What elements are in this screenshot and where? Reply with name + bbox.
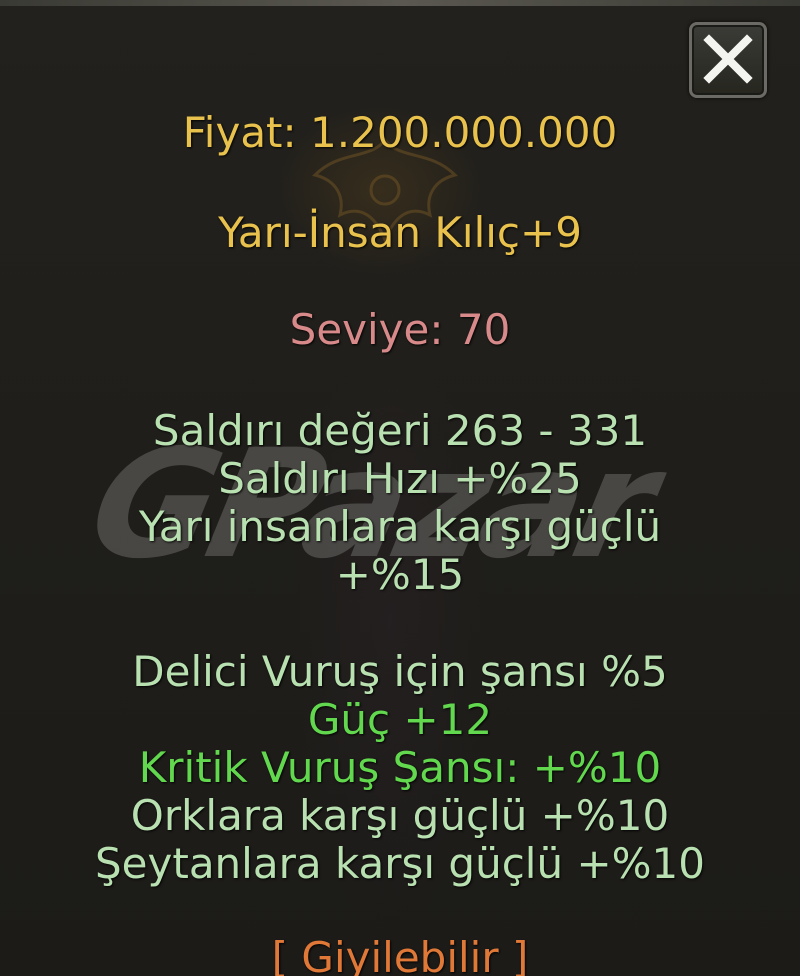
item-tooltip: GPazar Fiyat: 1.200.000.000 Yarı-İnsan K…: [0, 0, 800, 976]
bonus-strength: Güç +12: [307, 695, 493, 744]
close-x-icon: [703, 34, 753, 84]
stat-strong-vs-half-humans: Yarı insanlara karşı güçlü: [138, 502, 662, 551]
item-wearable-status: [ Giyilebilir ]: [271, 933, 529, 976]
bonus-strong-vs-devils: Şeytanlara karşı güçlü +%10: [95, 839, 705, 888]
close-button[interactable]: [689, 22, 767, 98]
item-name: Yarı-İnsan Kılıç+9: [218, 208, 582, 257]
bonus-piercing-chance: Delici Vuruş için şansı %5: [132, 647, 668, 696]
stat-attack-value: Saldırı değeri 263 - 331: [152, 406, 648, 455]
tooltip-top-border: [0, 0, 800, 6]
stat-attack-speed: Saldırı Hızı +%25: [218, 454, 582, 503]
bonus-strong-vs-orcs: Orklara karşı güçlü +%10: [130, 791, 670, 840]
bonus-critical-chance: Kritik Vuruş Şansı: +%10: [138, 743, 662, 792]
stat-strong-vs-half-humans-value: +%15: [335, 550, 465, 599]
item-price: Fiyat: 1.200.000.000: [182, 108, 618, 157]
item-level: Seviye: 70: [289, 305, 511, 354]
